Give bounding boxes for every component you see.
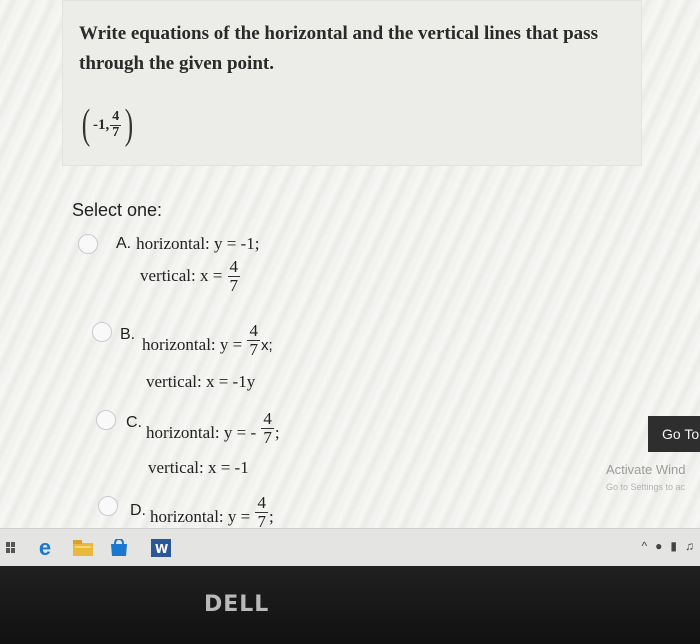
laptop-bezel: DELL <box>0 566 700 644</box>
left-paren: ( <box>81 102 91 148</box>
point-y-numerator: 4 <box>112 108 120 124</box>
option-d-radio[interactable] <box>98 496 118 516</box>
battery-icon[interactable]: ▮ <box>670 539 677 553</box>
option-d-horizontal[interactable]: horizontal: y = 4 7 ; <box>150 494 274 528</box>
option-d-horizontal-numerator: 4 <box>257 493 266 512</box>
store-icon[interactable] <box>108 537 130 559</box>
point-y-denominator: 7 <box>110 124 122 140</box>
option-d-horizontal-suffix: ; <box>268 507 274 527</box>
windows-start-icon[interactable] <box>0 537 22 559</box>
system-tray: ^ ● ▮ ♫ <box>642 539 695 553</box>
option-d-horizontal-fraction: 4 7 <box>255 494 268 528</box>
point-y-fraction: 4 7 <box>110 108 122 140</box>
volume-icon[interactable]: ♫ <box>685 539 694 553</box>
activate-windows-subtitle: Go to Settings to ac <box>606 482 686 492</box>
option-c-horizontal[interactable]: horizontal: y = - 4 7 ; <box>146 410 280 447</box>
dell-logo: DELL <box>204 592 270 617</box>
edge-browser-icon[interactable]: e <box>34 535 56 560</box>
option-a-horizontal[interactable]: A. horizontal: y = -1; <box>116 234 260 254</box>
go-to-button[interactable]: Go To <box>648 416 700 452</box>
option-c-horizontal-prefix: horizontal: y = - <box>146 423 261 443</box>
option-b-radio[interactable] <box>92 322 112 342</box>
option-b-horizontal-suffix: x; <box>260 336 273 354</box>
network-icon[interactable]: ● <box>655 539 662 553</box>
option-d-letter: D. <box>130 502 146 519</box>
option-c-horizontal-numerator: 4 <box>263 409 272 428</box>
option-c-letter: C. <box>126 414 142 431</box>
option-a-vertical-fraction: 4 7 <box>227 257 241 295</box>
select-one-label: Select one: <box>72 200 163 220</box>
option-d-horizontal-denominator: 7 <box>255 511 268 528</box>
option-b-vertical[interactable]: vertical: x = -1y <box>146 372 255 392</box>
taskbar: e W ^ ● ▮ ♫ <box>0 528 700 566</box>
svg-text:W: W <box>155 542 168 556</box>
option-b-horizontal-fraction: 4 7 <box>247 322 260 359</box>
option-c-vertical[interactable]: vertical: x = -1 <box>148 458 249 478</box>
option-c-horizontal-denominator: 7 <box>261 427 274 447</box>
option-c-radio[interactable] <box>96 410 116 430</box>
screen: Write equations of the horizontal and th… <box>0 0 700 528</box>
question-box: Write equations of the horizontal and th… <box>62 0 642 166</box>
question-text: Write equations of the horizontal and th… <box>79 23 598 74</box>
point-x: -1, <box>93 116 110 133</box>
option-a-radio[interactable] <box>78 234 98 254</box>
option-a-vertical-numerator: 4 <box>229 257 239 276</box>
option-a-horizontal-text: horizontal: y = -1; <box>136 234 260 253</box>
file-explorer-icon[interactable] <box>72 537 94 559</box>
option-a-vertical-prefix: vertical: x = <box>140 266 227 286</box>
given-point: ( -1, 4 7 ) <box>79 99 136 151</box>
option-a-letter: A. <box>116 235 132 252</box>
word-icon[interactable]: W <box>150 537 172 559</box>
option-b-horizontal-numerator: 4 <box>249 321 258 340</box>
option-c-horizontal-suffix: ; <box>274 423 280 443</box>
option-d-horizontal-prefix: horizontal: y = <box>150 507 255 527</box>
activate-windows-title: Activate Wind <box>606 462 686 477</box>
option-b-horizontal[interactable]: horizontal: y = 4 7 x; <box>142 322 273 359</box>
right-paren: ) <box>125 102 134 148</box>
chevron-up-icon[interactable]: ^ <box>642 539 648 553</box>
option-b-letter: B. <box>120 326 136 343</box>
option-b-horizontal-denominator: 7 <box>247 339 260 359</box>
option-a-vertical-denominator: 7 <box>227 275 241 295</box>
option-c-horizontal-fraction: 4 7 <box>261 410 274 447</box>
option-a-vertical[interactable]: vertical: x = 4 7 <box>140 258 241 295</box>
option-b-horizontal-prefix: horizontal: y = <box>142 335 247 355</box>
